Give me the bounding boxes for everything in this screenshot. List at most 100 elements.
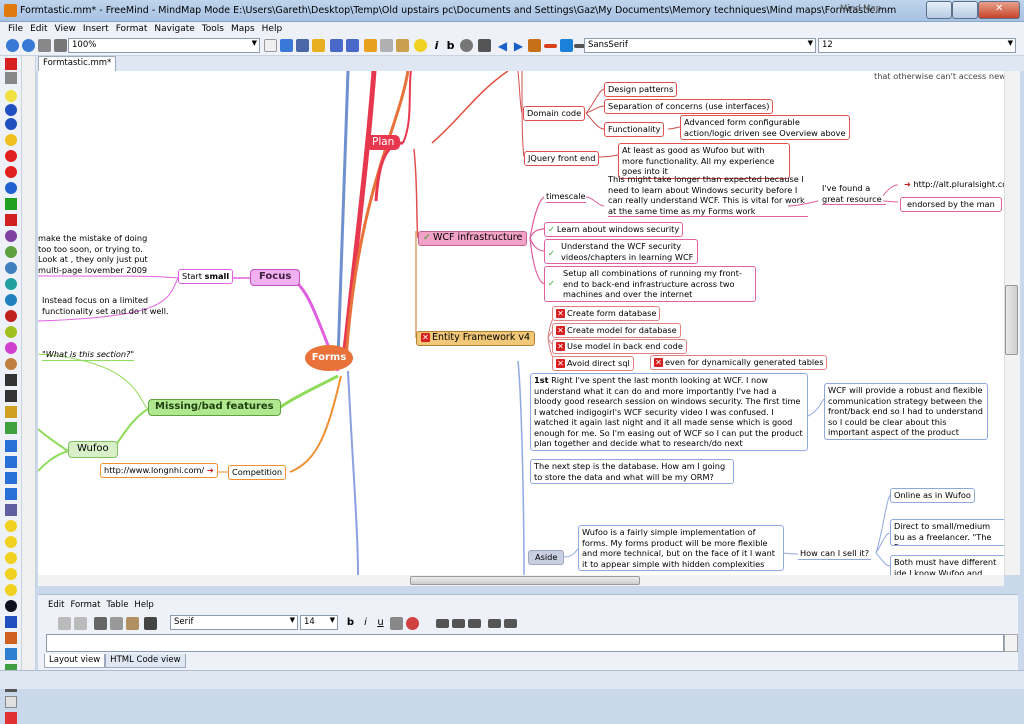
sidebar-scrollbar[interactable] [22,56,36,670]
priority-2-icon[interactable] [5,246,17,258]
mail-icon[interactable] [5,696,17,708]
traffic-light-2-icon[interactable] [5,390,17,402]
text-color-icon[interactable] [390,617,403,630]
minus-circle-icon[interactable] [5,166,17,178]
node-wcf-robust-note[interactable]: WCF will provide a robust and flexible c… [824,383,988,440]
node-wcf-infrastructure[interactable]: ✓ WCF infrastructure [418,231,528,246]
node-functionality-note[interactable]: Advanced form configurable action/logic … [680,115,850,140]
back-icon[interactable] [6,39,19,52]
vertical-scroll-thumb[interactable] [1005,285,1018,355]
menu-edit[interactable]: Edit [30,24,47,34]
smiley-oh-icon[interactable] [5,568,17,580]
tab-formtastic[interactable]: Formtastic.mm* [38,56,117,71]
smiley-neutral-icon[interactable] [5,536,17,548]
warning-icon[interactable] [5,134,17,146]
node-jquery-front-end[interactable]: JQuery front end [524,151,600,166]
cut-icon[interactable] [364,39,377,52]
notes-size-select[interactable]: 14 ▼ [300,615,338,630]
node-endorsed[interactable]: endorsed by the man [900,197,1002,212]
node-direct-small-business[interactable]: Direct to small/medium bu as a freelance… [890,519,1004,546]
node-focus[interactable]: Focus [250,269,301,286]
smiley-angry-icon[interactable] [5,584,17,596]
node-create-form-database[interactable]: ✕ Create form database [552,306,661,321]
node-plan[interactable]: Plan [366,135,401,150]
green-light-icon[interactable] [5,422,17,434]
node-great-resource[interactable]: I've found a great resource [822,183,886,205]
node-understand-wcf-security[interactable]: ✓ Understand the WCF security videos/chap… [544,239,698,264]
forward-icon[interactable] [22,39,35,52]
print-icon[interactable] [38,39,51,52]
cut-icon[interactable] [94,617,107,630]
open-icon[interactable] [280,39,293,52]
x-icon[interactable] [5,214,17,226]
book-icon[interactable] [5,616,17,628]
flag-icon[interactable] [5,712,17,724]
notes-menu-help[interactable]: Help [134,600,153,610]
node-create-model[interactable]: ✕ Create model for database [552,323,681,338]
notes-menu-format[interactable]: Format [70,600,100,610]
idea-icon[interactable] [414,39,427,52]
tab-html-code-view[interactable]: HTML Code view [105,654,186,668]
arrow-right-icon[interactable]: ▶ [512,39,525,53]
node-even-dynamic-tables[interactable]: ✕ even for dynamically generated tables [650,355,828,370]
info-icon[interactable] [5,182,17,194]
node-1st-note[interactable]: 1st Right I've spent the last month look… [530,373,808,451]
italic-icon[interactable]: i [359,617,372,630]
priority-9-icon[interactable] [5,358,17,370]
node-how-can-i-sell[interactable]: How can I sell it? [798,548,872,560]
copy-icon[interactable] [110,617,123,630]
maximize-button[interactable] [952,1,978,19]
horizontal-scroll-thumb[interactable] [410,576,640,585]
trash-icon[interactable] [5,72,17,84]
node-functionality[interactable]: Functionality [604,122,665,137]
node-aside[interactable]: Aside [528,550,565,565]
font-size-select[interactable]: 12 ▼ [818,38,1016,53]
notes-menu-table[interactable]: Table [106,600,128,610]
zoom-select[interactable]: 100% ▼ [68,38,260,53]
bullet-list-icon[interactable] [488,619,501,628]
remove-icon[interactable] [5,58,17,70]
question-icon[interactable] [5,104,17,116]
save-icon[interactable] [296,39,309,52]
truncated-note[interactable]: that otherwise can't access new [874,71,1004,82]
node-missing-bad-features[interactable]: Missing/bad features [148,399,281,416]
lightbulb-icon[interactable] [5,90,17,102]
italic-icon[interactable]: i [430,39,443,52]
notes-scrollbar[interactable] [1004,634,1018,652]
menu-format[interactable]: Format [116,24,148,34]
menu-insert[interactable]: Insert [83,24,109,34]
add-node-icon[interactable] [528,39,541,52]
bold-icon[interactable]: b [444,39,457,52]
minus-icon[interactable] [544,44,557,48]
mindmap-canvas[interactable]: that otherwise can't access new Plan Dom… [38,71,1004,575]
priority-8-icon[interactable] [5,342,17,354]
clipboard-icon[interactable] [5,648,17,660]
cloud-icon[interactable] [460,39,473,52]
priority-3-icon[interactable] [5,262,17,274]
priority-7-icon[interactable] [5,326,17,338]
undo-icon[interactable] [330,39,343,52]
node-learn-windows-security[interactable]: ✓ Learn about windows security [544,222,684,237]
bomb-icon[interactable] [5,600,17,612]
node-wufoo[interactable]: Wufoo [68,441,118,458]
clear-format-icon[interactable] [406,617,419,630]
node-use-model[interactable]: ✕ Use model in back end code [552,339,687,354]
smiley-sad-icon[interactable] [5,552,17,564]
node-setup-all-combinations[interactable]: ✓ Setup all combinations of running my fr… [544,266,756,302]
node-longnhi-link[interactable]: http://www.longnhi.com/ ➜ [100,463,218,478]
copy-icon[interactable] [380,39,393,52]
menu-view[interactable]: View [55,24,76,34]
notes-font-select[interactable]: Serif ▼ [170,615,298,630]
priority-6-icon[interactable] [5,310,17,322]
check-icon[interactable] [5,198,17,210]
priority-5-icon[interactable] [5,294,17,306]
font-family-select[interactable]: SansSerif ▼ [584,38,816,53]
arrow-up-blue-icon[interactable] [5,472,17,484]
node-online-wufoo[interactable]: Online as in Wufoo [890,488,975,503]
align-left-icon[interactable] [436,619,449,628]
arrow-left-blue-icon[interactable] [5,440,17,452]
grid-icon[interactable] [478,39,491,52]
find-icon[interactable] [144,617,157,630]
align-center-icon[interactable] [452,619,465,628]
node-pluralsight-link[interactable]: ➜ http://alt.pluralsight.com [904,179,1004,190]
